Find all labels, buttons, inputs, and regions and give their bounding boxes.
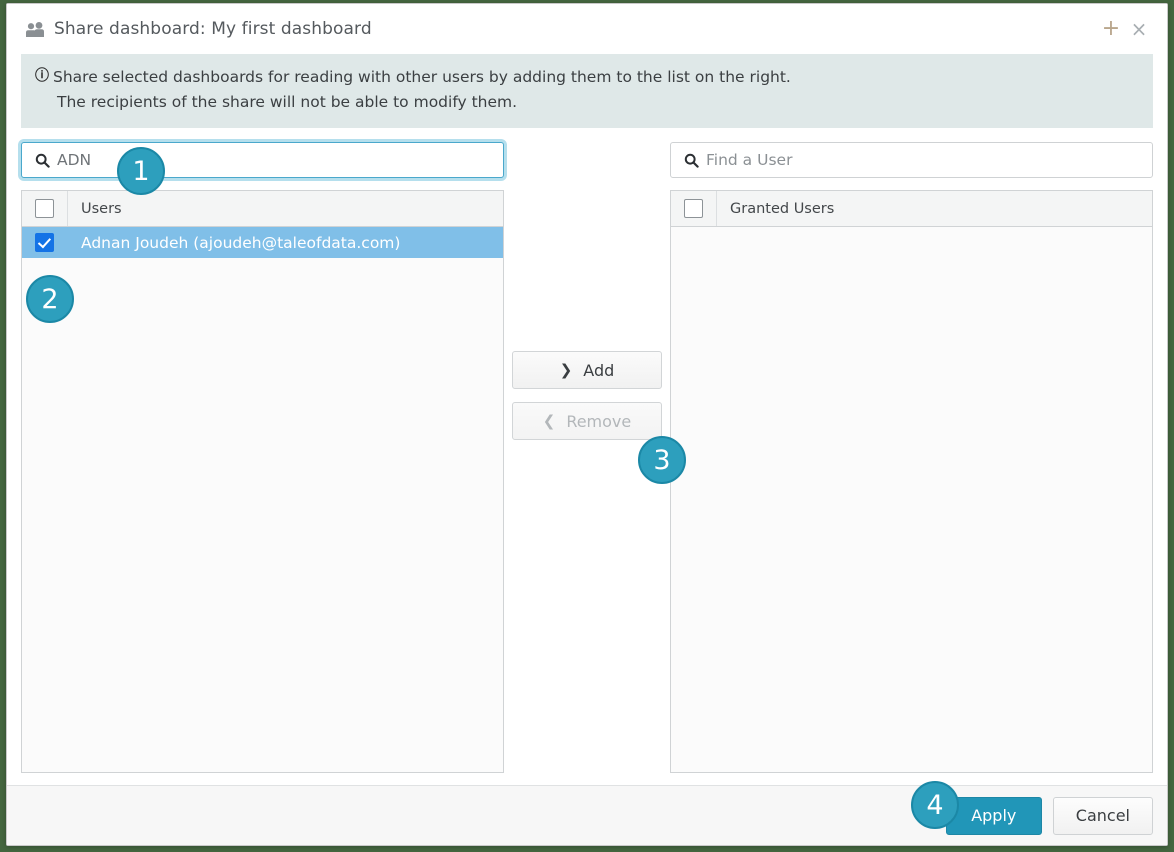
cancel-button[interactable]: Cancel — [1052, 796, 1153, 835]
users-column-header: Users — [81, 200, 122, 217]
list-item-label: Adnan Joudeh (ajoudeh@taleofdata.com) — [81, 233, 401, 252]
available-users-list: Users Adnan Joudeh (ajoudeh@taleofdata.c… — [21, 190, 504, 773]
available-users-list-header: Users — [22, 191, 503, 227]
row-checkbox[interactable] — [35, 233, 54, 252]
available-users-panel: Users Adnan Joudeh (ajoudeh@taleofdata.c… — [21, 142, 504, 773]
select-all-granted-cell[interactable] — [671, 191, 717, 226]
transfer-buttons: ❯ Add ❮ Remove — [512, 351, 662, 440]
select-all-users-cell[interactable] — [22, 191, 68, 226]
info-banner-line-1: Share selected dashboards for reading wi… — [53, 68, 791, 86]
add-button-label: Add — [583, 360, 615, 380]
granted-users-search-input[interactable] — [706, 143, 1142, 177]
available-users-search[interactable] — [21, 142, 504, 178]
chevron-left-icon: ❮ — [542, 411, 556, 430]
info-banner-line-2: The recipients of the share will not be … — [57, 93, 518, 111]
granted-users-column-header: Granted Users — [730, 200, 835, 217]
screen: Share dashboard: My first dashboard + × … — [0, 0, 1174, 852]
transfer-controls: ❯ Add ❮ Remove — [504, 142, 670, 773]
list-item[interactable]: Adnan Joudeh (ajoudeh@taleofdata.com) — [22, 227, 503, 258]
info-banner-wrap: ⓘ Share selected dashboards for reading … — [7, 54, 1167, 128]
granted-users-list-header: Granted Users — [671, 191, 1152, 227]
select-all-granted-checkbox[interactable] — [684, 199, 703, 218]
dialog-body: Users Adnan Joudeh (ajoudeh@taleofdata.c… — [7, 128, 1167, 773]
dialog-title: Share dashboard: My first dashboard — [54, 19, 372, 39]
row-checkbox-cell[interactable] — [22, 227, 68, 258]
apply-button[interactable]: Apply — [945, 796, 1042, 835]
available-users-rows: Adnan Joudeh (ajoudeh@taleofdata.com) — [22, 227, 503, 772]
dialog-footer: Apply Cancel — [7, 785, 1167, 845]
users-group-icon — [25, 20, 45, 38]
dialog-titlebar: Share dashboard: My first dashboard + × — [7, 4, 1167, 54]
granted-users-search[interactable] — [670, 142, 1153, 178]
close-icon[interactable]: × — [1125, 15, 1153, 43]
chevron-right-icon: ❯ — [559, 360, 573, 379]
info-banner: ⓘ Share selected dashboards for reading … — [21, 54, 1153, 128]
info-icon: ⓘ — [35, 68, 49, 84]
granted-users-rows — [671, 227, 1152, 772]
granted-users-list: Granted Users — [670, 190, 1153, 773]
available-users-search-input[interactable] — [57, 143, 493, 177]
search-icon — [681, 153, 701, 168]
add-button[interactable]: ❯ Add — [512, 351, 662, 389]
share-dashboard-dialog: Share dashboard: My first dashboard + × … — [6, 3, 1168, 846]
info-banner-text: Share selected dashboards for reading wi… — [53, 65, 791, 115]
remove-button-label: Remove — [566, 411, 632, 431]
remove-button[interactable]: ❮ Remove — [512, 402, 662, 440]
add-icon[interactable]: + — [1097, 15, 1125, 43]
select-all-users-checkbox[interactable] — [35, 199, 54, 218]
granted-users-panel: Granted Users — [670, 142, 1153, 773]
search-icon — [32, 153, 52, 168]
